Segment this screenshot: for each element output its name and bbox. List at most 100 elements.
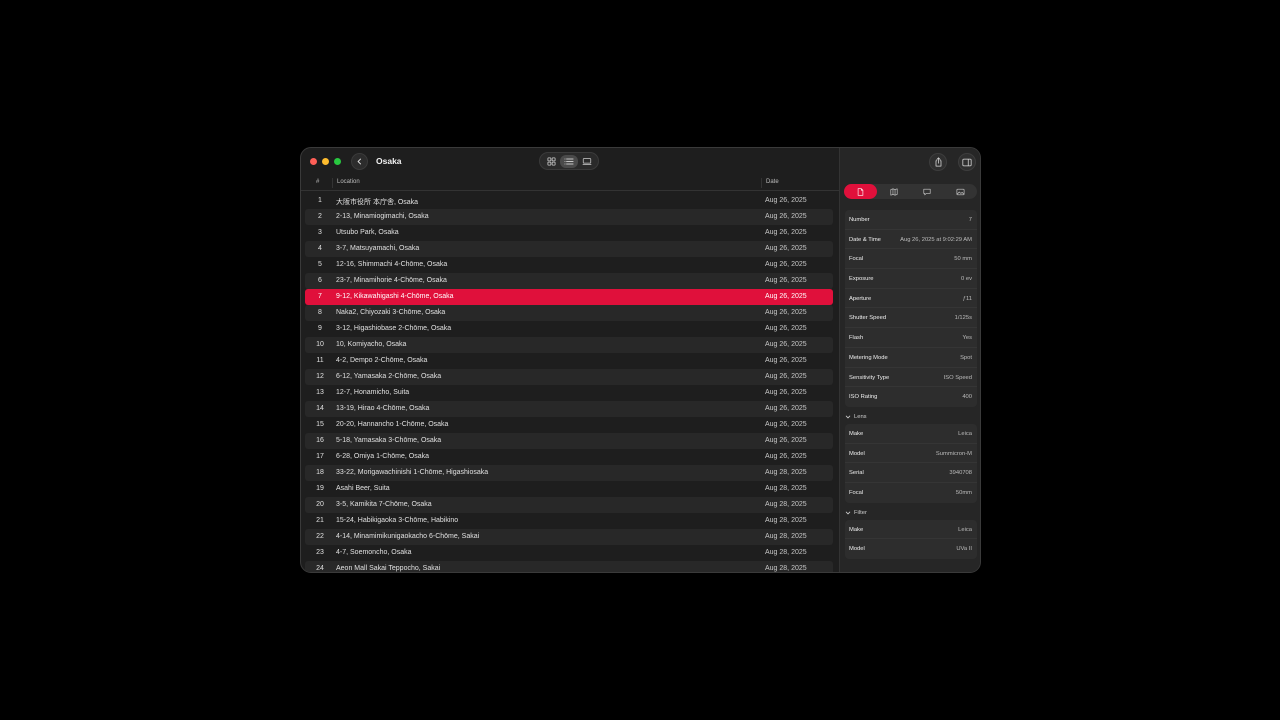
tab-comments[interactable] [911,184,944,199]
row-date: Aug 26, 2025 [765,293,807,300]
photo-list: 1 大阪市役所 本庁舎, Osaka Aug 26, 2025 2 2-13, Mina… [305,193,833,572]
row-number: 18 [316,469,324,476]
table-row[interactable]: 4 3-7, Matsuyamachi, Osaka Aug 26, 2025 [305,241,833,257]
table-row[interactable]: 3 Utsubo Park, Osaka Aug 26, 2025 [305,225,833,241]
row-number: 1 [318,197,322,204]
property-row: Make Leica [845,520,977,540]
column-date[interactable]: Date [766,179,779,185]
property-key: Aperture [849,295,872,302]
grid-view-button[interactable] [542,155,560,168]
filter-section-header[interactable]: Filter [845,507,977,520]
row-location: Naka2, Chiyozaki 3-Chōme, Osaka [336,309,446,316]
table-row[interactable]: 12 6-12, Yamasaka 2-Chōme, Osaka Aug 26, 2… [305,369,833,385]
row-date: Aug 26, 2025 [765,309,807,316]
chevron-down-icon [845,416,851,419]
row-number: 10 [316,341,324,348]
property-row: Serial 3940708 [845,463,977,483]
row-location: 4-14, Minamimikunigaokacho 6-Chōme, Saka… [336,533,480,540]
row-number: 23 [316,549,324,556]
row-date: Aug 28, 2025 [765,469,807,476]
grid-icon [546,156,556,166]
row-location: 6-28, Omiya 1-Chōme, Osaka [336,453,429,460]
table-row[interactable]: 6 23-7, Minamihorie 4-Chōme, Osaka Aug 26,… [305,273,833,289]
table-row[interactable]: 16 5-18, Yamasaka 3-Chōme, Osaka Aug 26, 2… [305,433,833,449]
row-date: Aug 26, 2025 [765,325,807,332]
table-row[interactable]: 19 Asahi Beer, Suita Aug 28, 2025 [305,481,833,497]
table-row[interactable]: 15 20-20, Hannancho 1-Chōme, Osaka Aug 26,… [305,417,833,433]
properties-panel: Number 7 Date & Time Aug 26, 2025 at 9:02:2… [845,210,977,563]
table-row[interactable]: 21 15-24, Habikigaoka 3-Chōme, Habikino Au… [305,513,833,529]
zoom-window-button[interactable] [334,158,341,165]
tab-map[interactable] [877,184,910,199]
row-date: Aug 26, 2025 [765,261,807,268]
table-row[interactable]: 22 4-14, Minamimikunigaokacho 6-Chōme, Sa… [305,529,833,545]
row-number: 22 [316,533,324,540]
filmstrip-icon [582,157,592,165]
share-button[interactable] [929,153,947,171]
close-window-button[interactable] [310,158,317,165]
table-row[interactable]: 24 Aeon Mall Sakai Teppocho, Sakai Aug 28,… [305,561,833,572]
column-location[interactable]: Location [337,179,360,185]
row-date: Aug 26, 2025 [765,229,807,236]
row-location: Aeon Mall Sakai Teppocho, Sakai [336,565,441,572]
row-number: 4 [318,245,322,252]
property-key: Focal [849,256,864,263]
row-location: 大阪市役所 本庁舎, Osaka [336,199,419,206]
back-button[interactable] [351,153,368,170]
table-row[interactable]: 1 大阪市役所 本庁舎, Osaka Aug 26, 2025 [305,193,833,209]
row-location: Utsubo Park, Osaka [336,229,399,236]
minimize-window-button[interactable] [322,158,329,165]
list-view-button[interactable] [560,154,578,168]
tab-info[interactable] [844,184,878,199]
row-date: Aug 26, 2025 [765,197,807,204]
property-value: 400 [962,394,972,401]
table-row[interactable]: 8 Naka2, Chiyozaki 3-Chōme, Osaka Aug 26, … [305,305,833,321]
property-value: 3940708 [949,470,972,477]
property-row: Date & Time Aug 26, 2025 at 9:02:29 AM [845,230,977,250]
row-number: 7 [318,293,322,300]
property-value: ISO Speed [943,374,972,381]
toggle-sidebar-button[interactable] [958,153,976,171]
view-mode-switch [539,152,599,170]
column-number[interactable]: # [316,179,319,185]
row-date: Aug 26, 2025 [765,245,807,252]
row-location: 12-16, Shimmachi 4-Chōme, Osaka [336,261,448,268]
property-row: Model UVa II [845,539,977,559]
row-number: 14 [316,405,324,412]
table-row[interactable]: 9 3-12, Higashiobase 2-Chōme, Osaka Aug 26… [305,321,833,337]
row-location: 12-7, Honamicho, Suita [336,389,410,396]
row-number: 2 [318,213,322,220]
table-row[interactable]: 20 3-5, Kamikita 7-Chōme, Osaka Aug 28, 20… [305,497,833,513]
map-icon [890,187,898,196]
lens-details-group: Make Leica Model Summicron-M Serial 3940708 Fo… [845,423,977,503]
property-row: Sensitivity Type ISO Speed [845,368,977,388]
row-location: 10, Komiyacho, Osaka [336,341,407,348]
row-date: Aug 26, 2025 [765,213,807,220]
table-row[interactable]: 13 12-7, Honamicho, Suita Aug 26, 2025 [305,385,833,401]
row-location: 3-7, Matsuyamachi, Osaka [336,245,420,252]
table-row[interactable]: 17 6-28, Omiya 1-Chōme, Osaka Aug 26, 2025 [305,449,833,465]
table-row[interactable]: 7 9-12, Kikawahigashi 4-Chōme, Osaka Aug 2… [305,289,833,305]
property-value: Summicron-M [935,450,972,457]
property-key: Make [849,526,864,533]
property-value: 50mm [955,489,972,496]
filmstrip-view-button[interactable] [578,155,596,168]
table-row[interactable]: 14 13-19, Hirao 4-Chōme, Osaka Aug 26, 202… [305,401,833,417]
table-row[interactable]: 11 4-2, Dempo 2-Chōme, Osaka Aug 26, 2025 [305,353,833,369]
column-divider [761,178,762,188]
property-key: Sensitivity Type [849,374,890,381]
table-row[interactable]: 5 12-16, Shimmachi 4-Chōme, Osaka Aug 26, … [305,257,833,273]
table-row[interactable]: 23 4-7, Soemoncho, Osaka Aug 28, 2025 [305,545,833,561]
table-row[interactable]: 2 2-13, Minamiogimachi, Osaka Aug 26, 2025 [305,209,833,225]
table-row[interactable]: 18 33-22, Morigawachinishi 1-Chōme, Higas… [305,465,833,481]
row-location: 3-12, Higashiobase 2-Chōme, Osaka [336,325,452,332]
tab-photo[interactable] [944,184,977,199]
row-date: Aug 28, 2025 [765,549,807,556]
property-value: Yes [962,335,972,342]
row-date: Aug 28, 2025 [765,565,807,572]
table-row[interactable]: 10 10, Komiyacho, Osaka Aug 26, 2025 [305,337,833,353]
row-date: Aug 26, 2025 [765,421,807,428]
lens-section-header[interactable]: Lens [845,411,977,424]
inspector-sidebar: Number 7 Date & Time Aug 26, 2025 at 9:02:2… [839,148,980,572]
row-date: Aug 28, 2025 [765,533,807,540]
